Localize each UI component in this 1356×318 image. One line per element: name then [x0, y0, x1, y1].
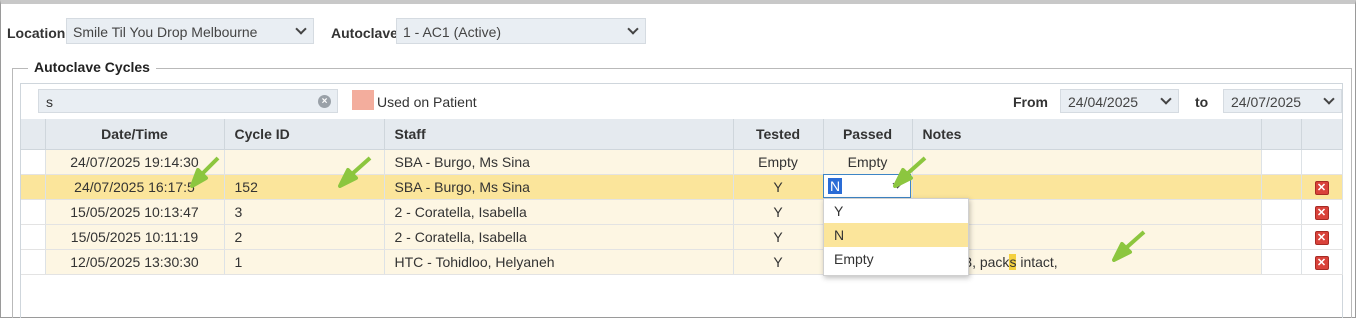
- delete-icon[interactable]: ✕: [1314, 181, 1329, 195]
- cell-staff[interactable]: SBA - Burgo, Ms Sina: [384, 174, 734, 200]
- column-header-tested[interactable]: Tested: [733, 119, 824, 150]
- cell-tested[interactable]: Y: [733, 249, 824, 275]
- from-date-value: 24/04/2025: [1068, 94, 1139, 110]
- chevron-down-icon: [627, 23, 639, 35]
- extra-column-header: [1261, 119, 1302, 150]
- location-select[interactable]: Smile Til You Drop Melbourne: [66, 18, 314, 44]
- used-on-patient-label: Used on Patient: [377, 94, 477, 110]
- dropdown-option-empty[interactable]: Empty: [824, 247, 968, 271]
- dropdown-option-y[interactable]: Y: [824, 199, 968, 223]
- autoclave-label: Autoclave: [331, 25, 398, 41]
- cell-tested[interactable]: Y: [733, 199, 824, 225]
- search-value: s: [46, 94, 53, 110]
- delete-icon[interactable]: ✕: [1314, 256, 1329, 270]
- column-header-passed[interactable]: Passed: [823, 119, 913, 150]
- column-header-datetime[interactable]: Date/Time: [45, 119, 225, 150]
- from-label: From: [1013, 94, 1048, 110]
- cell-tested[interactable]: Y: [733, 174, 824, 200]
- column-header-staff[interactable]: Staff: [384, 119, 734, 150]
- dropdown-option-n[interactable]: N: [824, 223, 968, 247]
- cell-tested[interactable]: Empty: [733, 149, 824, 175]
- used-on-patient-swatch: [352, 90, 374, 110]
- delete-icon[interactable]: ✕: [1314, 206, 1329, 220]
- cell-staff[interactable]: HTC - Tohidloo, Helyaneh: [384, 249, 734, 275]
- cell-cycle-id[interactable]: 1: [224, 249, 385, 275]
- location-value: Smile Til You Drop Melbourne: [73, 24, 258, 40]
- filter-bar: Location Smile Til You Drop Melbourne Au…: [0, 18, 1356, 46]
- cell-extra: [1261, 249, 1302, 275]
- cell-staff[interactable]: SBA - Burgo, Ms Sina: [384, 149, 734, 175]
- cell-cycle-id[interactable]: 3: [224, 199, 385, 225]
- column-header-cycle-id[interactable]: Cycle ID: [224, 119, 385, 150]
- to-date-value: 24/07/2025: [1231, 94, 1302, 110]
- annotation-arrow-icon: [190, 156, 220, 188]
- cell-staff[interactable]: 2 - Coratella, Isabella: [384, 199, 734, 225]
- row-indicator-header: [21, 119, 46, 150]
- chevron-down-icon: [1160, 93, 1172, 105]
- annotation-arrow-icon: [893, 156, 927, 188]
- passed-editor-value: N: [828, 178, 843, 194]
- table-header-row: Date/Time Cycle ID Staff Tested Passed N…: [21, 119, 1343, 150]
- cell-action: ✕: [1301, 224, 1343, 250]
- from-date-select[interactable]: 24/04/2025: [1060, 89, 1179, 113]
- cell-extra: [1261, 224, 1302, 250]
- row-indicator: [21, 174, 46, 200]
- row-indicator: [21, 199, 46, 225]
- chevron-down-icon: [295, 23, 307, 35]
- cell-staff[interactable]: 2 - Coratella, Isabella: [384, 224, 734, 250]
- cell-datetime[interactable]: 15/05/2025 10:13:47: [45, 199, 225, 225]
- autoclave-select[interactable]: 1 - AC1 (Active): [396, 18, 646, 44]
- cell-action: ✕: [1301, 199, 1343, 225]
- cell-datetime[interactable]: 12/05/2025 13:30:30: [45, 249, 225, 275]
- to-date-select[interactable]: 24/07/2025: [1223, 89, 1342, 113]
- annotation-arrow-icon: [338, 156, 372, 188]
- search-input[interactable]: s ×: [38, 89, 338, 113]
- cell-notes[interactable]: [912, 149, 1262, 175]
- row-indicator: [21, 149, 46, 175]
- cell-cycle-id[interactable]: 2: [224, 224, 385, 250]
- table-row[interactable]: 15/05/2025 10:13:47 3 2 - Coratella, Isa…: [21, 199, 1343, 225]
- notes-text-part: intact,: [1016, 253, 1058, 270]
- cell-action: ✕: [1301, 174, 1343, 200]
- delete-icon[interactable]: ✕: [1314, 231, 1329, 245]
- section-title: Autoclave Cycles: [28, 59, 156, 75]
- annotation-arrow-icon: [1112, 230, 1146, 262]
- cell-tested[interactable]: Y: [733, 224, 824, 250]
- location-label: Location: [7, 25, 66, 41]
- action-column-header: [1301, 119, 1343, 150]
- to-label: to: [1195, 94, 1209, 110]
- cell-extra: [1261, 149, 1302, 175]
- cell-extra: [1261, 174, 1302, 200]
- cell-notes[interactable]: [912, 174, 1262, 200]
- cell-datetime[interactable]: 15/05/2025 10:11:19: [45, 224, 225, 250]
- clear-icon[interactable]: ×: [318, 95, 331, 108]
- cell-extra: [1261, 199, 1302, 225]
- column-header-notes[interactable]: Notes: [912, 119, 1262, 150]
- row-indicator: [21, 249, 46, 275]
- passed-dropdown-list: Y N Empty: [823, 198, 969, 276]
- cell-action: [1301, 149, 1343, 175]
- cell-action: ✕: [1301, 249, 1343, 275]
- chevron-down-icon: [1323, 93, 1335, 105]
- autoclave-value: 1 - AC1 (Active): [403, 24, 502, 40]
- row-indicator: [21, 224, 46, 250]
